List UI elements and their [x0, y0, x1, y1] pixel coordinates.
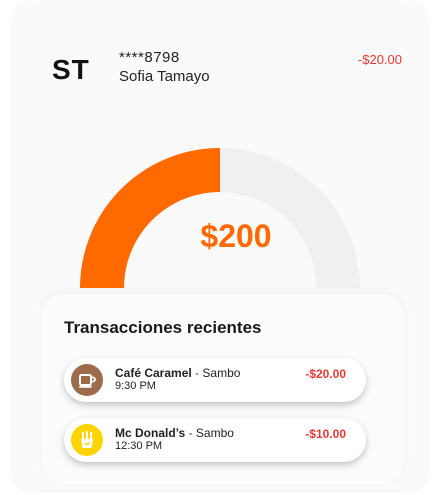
transaction-title: Café Caramel - Sambo [115, 366, 240, 380]
transaction-separator: - [185, 426, 196, 440]
transaction-location: Sambo [195, 426, 234, 440]
transaction-amount: -$20.00 [305, 367, 346, 381]
transaction-separator: - [191, 366, 203, 380]
balance-value: $200 [200, 218, 272, 254]
account-initials: ST [52, 54, 90, 85]
transaction-item[interactable]: Café Caramel - Sambo 9:30 PM -$20.00 [64, 358, 366, 402]
coffee-cup-icon [71, 364, 103, 396]
transaction-location: Sambo [202, 366, 241, 380]
balance-gauge: $200 [12, 102, 428, 292]
account-header: ST ****8798 Sofia Tamayo -$20.00 [12, 2, 428, 102]
transaction-merchant: Café Caramel [115, 366, 192, 380]
transaction-amount: -$10.00 [305, 427, 346, 441]
recent-transactions-title: Transacciones recientes [64, 318, 262, 337]
transaction-time: 9:30 PM [115, 380, 156, 392]
transaction-title: Mc Donald’s - Sambo [115, 426, 234, 440]
gauge-svg [80, 148, 360, 289]
account-holder-name: Sofia Tamayo [119, 68, 210, 85]
account-amount: -$20.00 [357, 52, 402, 67]
account-number: ****8798 [119, 49, 180, 66]
french-fries-icon [71, 424, 103, 456]
transaction-merchant: Mc Donald’s [115, 426, 186, 440]
recent-transactions-panel: Transacciones recientes Café Caramel - S… [42, 294, 404, 484]
account-card: ST ****8798 Sofia Tamayo -$20.00 $200 Tr… [12, 2, 428, 490]
transaction-time: 12:30 PM [115, 440, 163, 452]
transaction-item[interactable]: Mc Donald’s - Sambo 12:30 PM -$10.00 [64, 418, 366, 462]
